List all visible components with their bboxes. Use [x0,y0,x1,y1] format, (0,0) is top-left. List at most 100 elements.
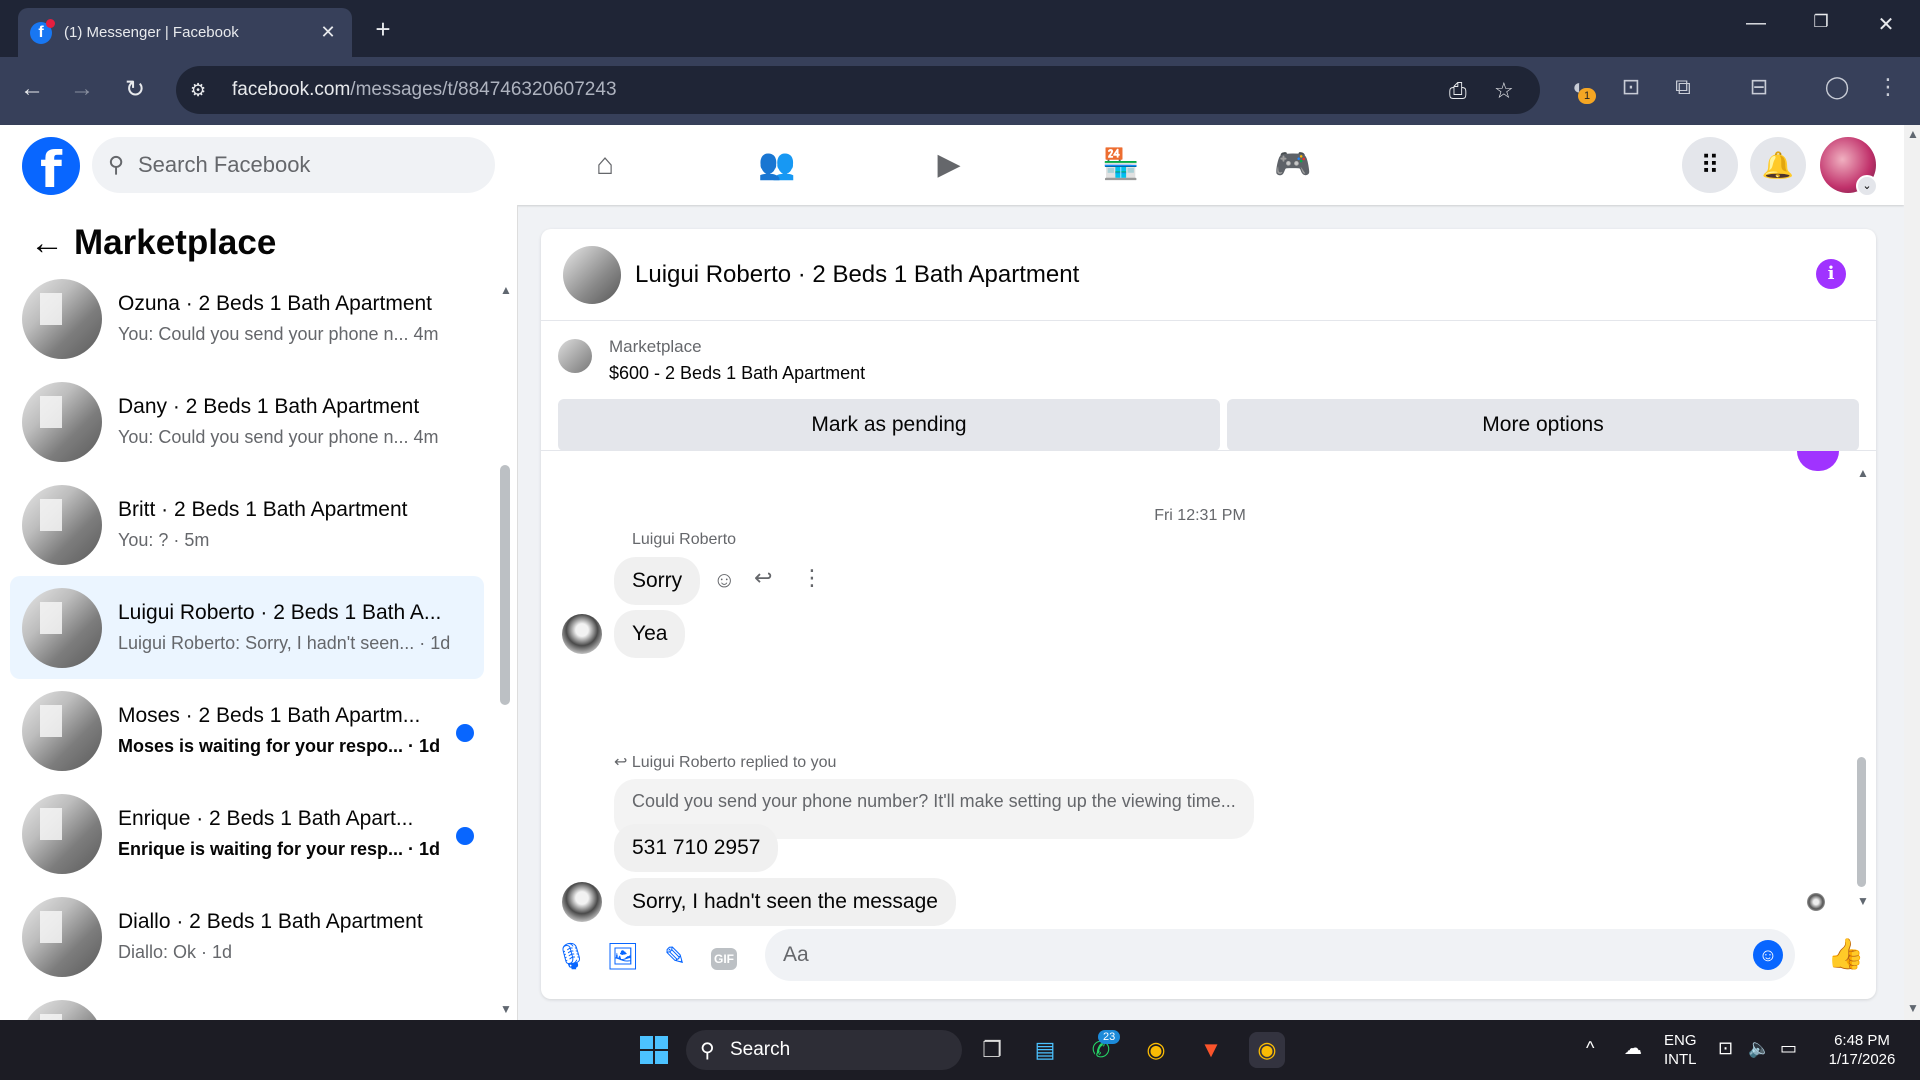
conversation-item[interactable]: Enrique · 2 Beds 1 Bath Apart... Enrique … [10,782,484,885]
chevron-down-icon[interactable]: ⌄ [1856,175,1878,197]
back-arrow-icon[interactable]: ← [30,224,74,263]
home-icon[interactable]: ⌂ [583,143,627,187]
back-icon[interactable]: ← [16,75,48,103]
menu-grid-icon[interactable]: ⠿ [1682,137,1738,193]
notifications-bell-icon[interactable]: 🔔 [1750,137,1806,193]
task-view-icon[interactable]: ❐ [974,1032,1010,1068]
address-bar[interactable]: ⚙ facebook.com/messages/t/88474632060724… [176,66,1540,114]
unread-dot-icon [456,827,474,845]
close-tab-icon[interactable]: ✕ [316,22,340,43]
network-icon[interactable]: ⊡ [1718,1038,1733,1059]
conversation-avatar [22,587,102,668]
message-bubble[interactable]: Sorry, I hadn't seen the message [614,878,956,926]
facebook-favicon-icon: f [30,18,55,44]
marketplace-listing-bar: Marketplace $600 - 2 Beds 1 Bath Apartme… [541,321,1876,451]
page-scrollbar[interactable]: ▲ ▼ [1904,125,1920,1020]
clock[interactable]: 6:48 PM 1/17/2026 [1824,1031,1900,1069]
microphone-icon[interactable]: 🎙 [554,941,588,972]
extensions-puzzle-icon[interactable]: ⧉ [1667,74,1699,100]
notepad-icon[interactable]: ▤ [1027,1032,1063,1068]
chevron-up-icon[interactable]: ^ [1586,1038,1594,1059]
conversation-avatar [22,793,102,874]
message-bubble[interactable]: Sorry [614,557,701,605]
scroll-up-icon[interactable]: ▲ [1857,466,1869,480]
tab-search-icon[interactable]: ⊟ [1743,74,1775,100]
more-options-button[interactable]: More options [1227,399,1859,451]
menu-kebab-icon[interactable]: ⋮ [1872,74,1904,100]
conversation-name: Moses · 2 Beds 1 Bath Apartm... [118,704,421,727]
conversation-name: Luigui Roberto · 2 Beds 1 Bath A... [118,601,442,624]
scroll-down-icon[interactable]: ▼ [1907,1001,1919,1015]
forward-icon[interactable]: → [66,75,98,103]
facebook-search-input[interactable]: ⚲ Search Facebook [92,137,495,193]
scroll-up-icon[interactable]: ▲ [1907,127,1919,141]
chat-title[interactable]: Luigui Roberto · 2 Beds 1 Bath Apartment [635,261,1079,289]
chat-header: Luigui Roberto · 2 Beds 1 Bath Apartment… [541,229,1876,321]
marketplace-label: Marketplace [609,337,702,356]
new-tab-icon[interactable]: + [368,14,398,45]
photo-icon[interactable]: 🖼 [606,941,640,972]
listing-thumbnail[interactable] [558,339,592,373]
emoji-icon[interactable]: ☺ [1753,940,1783,970]
conversation-preview: Moses is waiting for your respo... · 1d [118,736,441,756]
react-emoji-icon[interactable]: ☺ [713,567,735,593]
chat-avatar[interactable] [563,245,621,304]
site-settings-icon[interactable]: ⚙ [190,80,218,101]
reload-icon[interactable]: ↻ [119,75,151,104]
video-icon[interactable]: ▶ [927,143,971,187]
scroll-down-icon[interactable]: ▼ [1857,894,1869,908]
taskbar-search[interactable]: ⚲ Search [686,1030,962,1070]
battery-icon[interactable]: ▭ [1780,1038,1797,1059]
mark-as-pending-button[interactable]: Mark as pending [558,399,1220,451]
onedrive-icon[interactable]: ☁ [1624,1038,1642,1059]
language-indicator[interactable]: ENG INTL [1664,1031,1697,1069]
sender-avatar[interactable] [562,614,602,654]
info-icon[interactable]: i [1816,259,1846,289]
conversation-item[interactable]: Luigui Roberto · 2 Beds 1 Bath A... Luigu… [10,576,484,679]
reply-icon[interactable]: ↩ [754,565,772,591]
conversation-item[interactable]: Britt · 2 Beds 1 Bath Apartment You: ? · … [10,473,484,576]
facebook-logo-icon[interactable]: f [22,137,80,199]
close-window-icon[interactable]: ✕ [1871,12,1901,37]
scroll-up-icon[interactable]: ▲ [500,283,512,297]
gif-icon[interactable]: GIF [711,948,737,970]
windows-start-icon[interactable] [640,1036,668,1064]
browser-tab[interactable]: f (1) Messenger | Facebook ✕ [18,8,352,57]
chat-scrollbar[interactable] [1857,757,1866,887]
conversation-item[interactable]: Moses · 2 Beds 1 Bath Apartm... Moses is … [10,679,484,782]
volume-icon[interactable]: 🔈 [1748,1038,1770,1059]
search-placeholder: Search Facebook [138,152,311,177]
profile-icon[interactable]: ◯ [1821,74,1853,100]
minimize-icon[interactable]: — [1741,12,1771,35]
restore-icon[interactable]: ❐ [1806,12,1836,32]
sticker-icon[interactable]: ✎ [658,941,692,972]
conversation-item[interactable]: Dany · 2 Beds 1 Bath Apartment You: Could… [10,370,484,473]
scroll-down-icon[interactable]: ▼ [500,1002,512,1016]
sidebar-scrollbar[interactable] [500,465,510,705]
search-icon: ⚲ [700,1039,715,1062]
chrome-icon[interactable]: ◉ [1138,1032,1174,1068]
browser-tab-bar: f (1) Messenger | Facebook ✕ + — ❐ ✕ [0,0,1920,57]
chrome-profile-icon[interactable]: ◉ [1249,1032,1285,1068]
listing-title[interactable]: $600 - 2 Beds 1 Bath Apartment [609,363,865,384]
conversation-item[interactable]: Ozuna · 2 Beds 1 Bath Apartment You: Coul… [10,267,484,370]
more-actions-icon[interactable]: ⋮ [801,565,823,591]
friends-icon[interactable]: 👥 [755,143,799,187]
marketplace-icon[interactable]: 🏪 [1099,143,1143,187]
message-input[interactable]: Aa ☺ [765,929,1795,981]
windows-taskbar: ⚲ Search ❐ ▤ ✆ 23 ◉ ▼ ◉ ^ ☁ ENG INTL ⊡ 🔈 … [0,1020,1920,1080]
thumbs-up-icon[interactable]: 👍 [1827,937,1864,972]
message-bubble[interactable]: Yea [614,610,686,658]
gaming-icon[interactable]: 🎮 [1271,143,1315,187]
brave-icon[interactable]: ▼ [1193,1032,1229,1068]
unread-dot-icon [456,724,474,742]
sender-avatar[interactable] [562,882,602,922]
lock-extension-icon[interactable]: ⊡ [1615,74,1647,100]
message-bubble[interactable]: 531 710 2957 [614,824,779,872]
tab-title: (1) Messenger | Facebook [64,24,239,41]
install-app-icon[interactable]: ⎙ [1449,78,1467,104]
sidebar-title: Marketplace [74,223,277,262]
conversation-item[interactable]: Burhanuddin · 2 Beds 1 Bath Ap... [10,988,484,1020]
bookmark-star-icon[interactable]: ☆ [1494,78,1514,104]
conversation-item[interactable]: Diallo · 2 Beds 1 Bath Apartment Diallo: … [10,885,484,988]
